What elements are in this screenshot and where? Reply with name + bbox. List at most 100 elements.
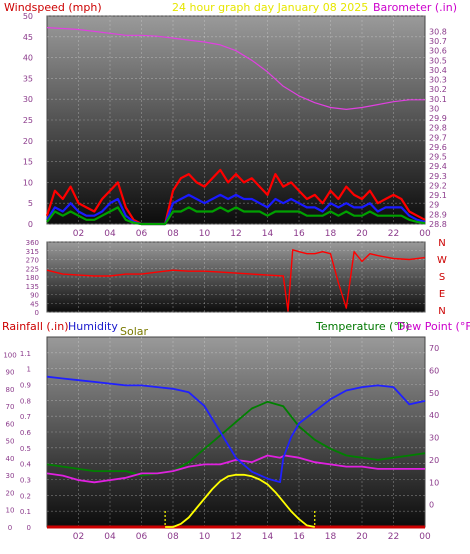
rainfall-tick-label: 0.7 [20, 413, 31, 421]
climate-x-tick-label: 08 [167, 532, 179, 542]
compass-label: S [439, 272, 445, 283]
rainfall-tick-label: 1.1 [20, 350, 31, 358]
barometer-tick-label: 30.3 [429, 76, 447, 85]
rainfall-tick-label: 0.5 [20, 445, 31, 453]
dewpoint-axis-title: Dew Point (°F) [397, 320, 470, 333]
direction-tick-label: 360 [26, 239, 39, 247]
direction-tick-label: 45 [30, 300, 39, 308]
barometer-tick-label: 29.9 [429, 114, 447, 123]
temperature-tick-label: 50 [429, 389, 439, 398]
temperature-tick-label: 40 [429, 411, 439, 420]
barometer-tick-label: 30.6 [429, 47, 447, 56]
barometer-tick-label: 29 [429, 201, 439, 210]
direction-tick-label: 225 [26, 265, 39, 273]
windspeed-tick-label: 45 [23, 33, 33, 42]
climate-x-tick-label: 22 [388, 532, 399, 542]
humidity-axis-title: Humidity [68, 320, 118, 333]
climate-x-tick-label: 00 [419, 532, 431, 542]
barometer-tick-label: 29.4 [429, 162, 447, 171]
rainfall-tick-label: 0.1 [20, 508, 31, 516]
compass-label: E [439, 289, 445, 300]
barometer-tick-label: 30.7 [429, 37, 447, 46]
windspeed-axis-title: Windspeed (mph) [4, 1, 102, 14]
wind-x-tick-label: 12 [230, 229, 241, 239]
wind-x-tick-label: 18 [325, 229, 337, 239]
humidity-tick-label: 100 [3, 351, 16, 359]
wind-x-tick-label: 02 [73, 229, 84, 239]
climate-x-tick-label: 02 [73, 532, 84, 542]
rainfall-tick-label: 0.3 [20, 477, 31, 485]
direction-tick-label: 315 [26, 248, 39, 256]
rainfall-tick-label: 0 [27, 524, 31, 532]
direction-tick-label: 180 [26, 274, 39, 282]
weather-graph: 02 04 06 08 10 12 14 16 18 20 22 000510152025303540… [0, 0, 470, 554]
climate-x-tick-label: 06 [136, 532, 148, 542]
climate-x-tick-label: 14 [262, 532, 274, 542]
barometer-tick-label: 29.8 [429, 124, 447, 133]
rainfall-tick-label: 0.6 [20, 429, 32, 437]
windspeed-tick-label: 25 [23, 116, 33, 125]
barometer-tick-label: 28.8 [429, 220, 447, 229]
climate-x-tick-label: 18 [325, 532, 337, 542]
direction-tick-label: 270 [26, 257, 39, 265]
windspeed-tick-label: 40 [23, 54, 33, 63]
rainfall-axis-title: Rainfall (.in) [2, 320, 69, 333]
humidity-tick-label: 40 [6, 455, 15, 463]
wind-x-tick-label: 16 [293, 229, 305, 239]
compass-label: W [437, 255, 447, 266]
direction-tick-label: 135 [26, 283, 39, 291]
compass-label: N [438, 238, 445, 249]
temperature-tick-label: 0 [429, 501, 434, 510]
wind-x-tick-label: 06 [136, 229, 148, 239]
windspeed-tick-label: 20 [23, 137, 33, 146]
humidity-tick-label: 0 [8, 524, 12, 532]
direction-tick-label: 0 [35, 309, 39, 317]
compass-label: N [438, 306, 445, 317]
rainfall-tick-label: 0.8 [20, 397, 31, 405]
barometer-tick-label: 30 [429, 104, 439, 113]
humidity-tick-label: 20 [6, 489, 15, 497]
barometer-tick-label: 30.4 [429, 66, 447, 75]
climate-x-tick-label: 04 [104, 532, 116, 542]
wind-x-tick-label: 14 [262, 229, 274, 239]
wind-x-tick-label: 10 [199, 229, 211, 239]
humidity-tick-label: 80 [6, 386, 15, 394]
humidity-tick-label: 30 [6, 472, 15, 480]
wind-x-tick-label: 08 [167, 229, 179, 239]
windspeed-tick-label: 5 [28, 199, 33, 208]
windspeed-tick-label: 15 [23, 158, 33, 167]
temperature-tick-label: 70 [429, 344, 439, 353]
rainfall-tick-label: 0.4 [20, 461, 32, 469]
rainfall-tick-label: 1 [27, 366, 31, 374]
humidity-tick-label: 60 [6, 420, 15, 428]
wind-x-tick-label: 04 [104, 229, 116, 239]
temperature-tick-label: 60 [429, 367, 439, 376]
climate-x-tick-label: 16 [293, 532, 305, 542]
barometer-tick-label: 29.2 [429, 181, 447, 190]
direction-tick-label: 90 [30, 292, 39, 300]
temperature-tick-label: 10 [429, 478, 439, 487]
barometer-tick-label: 29.6 [429, 143, 447, 152]
barometer-tick-label: 28.9 [429, 210, 447, 219]
barometer-axis-title: Barometer (.in) [373, 1, 457, 14]
chart-title: 24 hour graph day January 08 2025 [172, 1, 368, 14]
temperature-tick-label: 30 [429, 434, 439, 443]
barometer-tick-label: 30.5 [429, 56, 447, 65]
barometer-tick-label: 30.2 [429, 85, 447, 94]
climate-x-tick-label: 12 [230, 532, 241, 542]
humidity-tick-label: 90 [6, 369, 15, 377]
windspeed-tick-label: 30 [23, 95, 33, 104]
barometer-tick-label: 29.5 [429, 153, 447, 162]
windspeed-tick-label: 10 [23, 178, 33, 187]
windspeed-tick-label: 35 [23, 74, 33, 83]
climate-x-tick-label: 10 [199, 532, 211, 542]
wind-x-tick-label: 00 [419, 229, 431, 239]
barometer-tick-label: 30.1 [429, 95, 447, 104]
temperature-axis-title: Temperature (°F) [315, 320, 410, 333]
climate-x-tick-label: 20 [356, 532, 368, 542]
solar-axis-title: Solar [120, 325, 149, 338]
humidity-tick-label: 70 [6, 403, 15, 411]
barometer-tick-label: 29.3 [429, 172, 447, 181]
barometer-tick-label: 29.7 [429, 133, 447, 142]
barometer-tick-label: 29.1 [429, 191, 447, 200]
